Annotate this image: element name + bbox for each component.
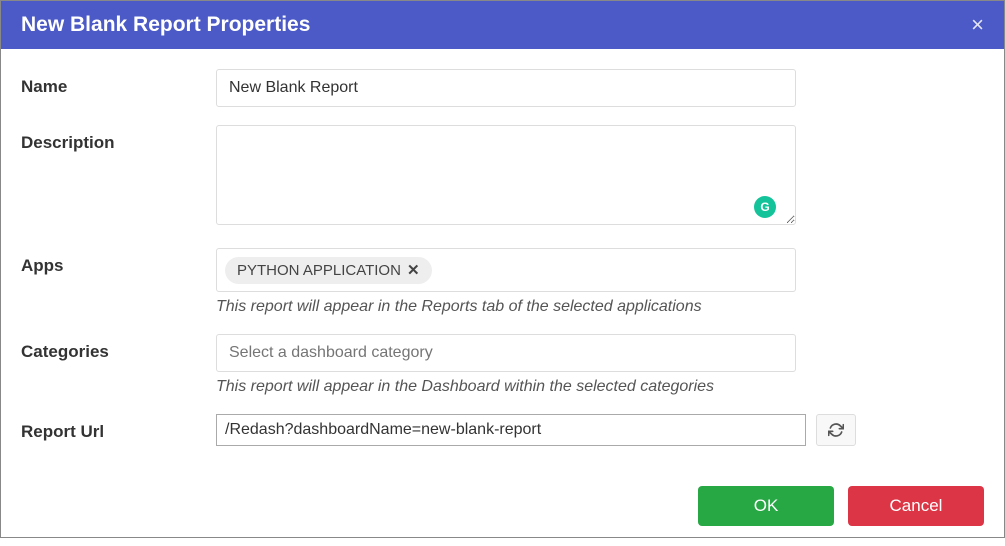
modal-body: Name Description G Apps PYTHON APPLICATI… xyxy=(1,49,1004,474)
apps-label: Apps xyxy=(21,248,216,276)
description-textarea[interactable] xyxy=(216,125,796,225)
grammarly-icon[interactable]: G xyxy=(754,196,776,218)
ok-button[interactable]: OK xyxy=(698,486,834,526)
categories-select[interactable] xyxy=(216,334,796,372)
modal-dialog: New Blank Report Properties × Name Descr… xyxy=(0,0,1005,538)
name-label: Name xyxy=(21,69,216,97)
form-row-categories: Categories This report will appear in th… xyxy=(21,334,984,396)
modal-title: New Blank Report Properties xyxy=(21,13,310,37)
app-tag-chip: PYTHON APPLICATION ✕ xyxy=(225,257,432,284)
app-tag-label: PYTHON APPLICATION xyxy=(237,262,401,279)
categories-label: Categories xyxy=(21,334,216,362)
description-label: Description xyxy=(21,125,216,153)
categories-control: This report will appear in the Dashboard… xyxy=(216,334,796,396)
apps-tag-container[interactable]: PYTHON APPLICATION ✕ xyxy=(216,248,796,292)
name-control xyxy=(216,69,796,107)
modal-footer: OK Cancel xyxy=(1,474,1004,546)
close-icon[interactable]: × xyxy=(971,14,984,36)
categories-help-text: This report will appear in the Dashboard… xyxy=(216,378,796,396)
description-control: G xyxy=(216,125,796,230)
cancel-button[interactable]: Cancel xyxy=(848,486,984,526)
report-url-control xyxy=(216,414,856,446)
form-row-report-url: Report Url xyxy=(21,414,984,446)
form-row-description: Description G xyxy=(21,125,984,230)
name-input[interactable] xyxy=(216,69,796,107)
report-url-input[interactable] xyxy=(216,414,806,446)
form-row-apps: Apps PYTHON APPLICATION ✕ This report wi… xyxy=(21,248,984,316)
textarea-wrap: G xyxy=(216,125,796,230)
modal-header: New Blank Report Properties × xyxy=(1,1,1004,49)
form-row-name: Name xyxy=(21,69,984,107)
report-url-label: Report Url xyxy=(21,414,216,442)
apps-control: PYTHON APPLICATION ✕ This report will ap… xyxy=(216,248,796,316)
refresh-url-button[interactable] xyxy=(816,414,856,446)
tag-remove-icon[interactable]: ✕ xyxy=(407,263,420,278)
refresh-icon xyxy=(828,422,844,438)
apps-help-text: This report will appear in the Reports t… xyxy=(216,298,796,316)
